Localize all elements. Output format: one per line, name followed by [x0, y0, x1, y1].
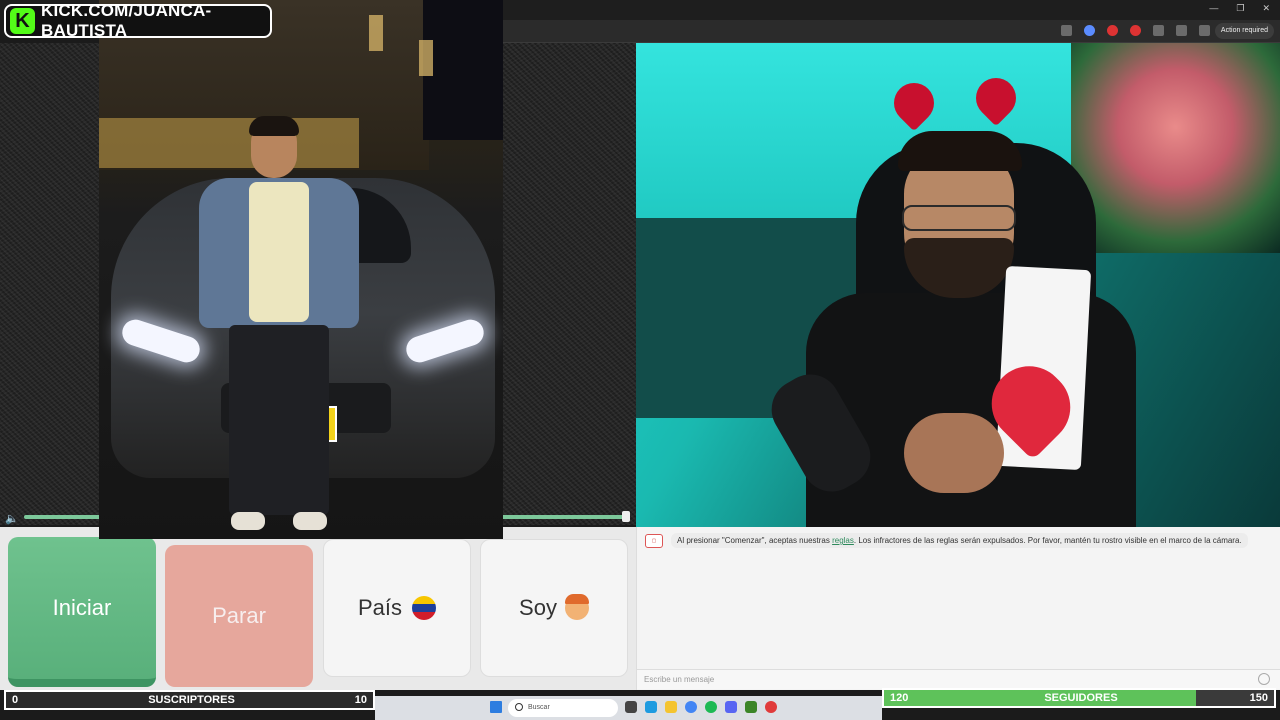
subscriber-label: SUSCRIPTORES [148, 694, 235, 706]
kick-logo-icon: K [10, 8, 35, 34]
extension-icons [1061, 25, 1210, 36]
windows-start-icon[interactable] [490, 701, 502, 713]
minimize-icon[interactable]: — [1209, 3, 1218, 14]
boy-emoji-icon [564, 594, 589, 620]
action-required-button[interactable]: Action required [1214, 23, 1274, 39]
browser-toolbar: Action required [503, 20, 1280, 43]
chrome-icon[interactable] [685, 701, 697, 713]
notice-prefix: Al presionar "Comenzar", aceptas nuestra… [677, 536, 833, 545]
star-icon[interactable] [1084, 25, 1095, 36]
speaker-icon[interactable]: 🔈 [5, 512, 19, 525]
stream-screen: — ❐ ✕ Action required 26 [0, 0, 1280, 720]
person-image [199, 116, 359, 539]
chat-message-input[interactable]: Escribe un mensaje [637, 669, 1280, 689]
car-headlight-right [402, 316, 488, 366]
country-button[interactable]: País [323, 539, 471, 677]
streamer-hair [898, 131, 1022, 171]
window-controls: — ❐ ✕ [1209, 3, 1270, 14]
rules-icon: ▢ [645, 533, 663, 548]
search-icon [515, 703, 523, 711]
hand [904, 413, 1004, 493]
file-explorer-icon[interactable] [665, 701, 677, 713]
painting [1071, 43, 1280, 253]
rules-link[interactable]: reglas [832, 536, 854, 545]
discord-icon[interactable] [725, 701, 737, 713]
sidebar-icon[interactable] [1176, 25, 1187, 36]
puzzle-icon[interactable] [1153, 25, 1164, 36]
night-sky [423, 0, 503, 140]
task-view-icon[interactable] [625, 701, 637, 713]
edge-icon[interactable] [645, 701, 657, 713]
subscriber-goal-bar: 0 SUSCRIPTORES 10 [4, 690, 375, 710]
venezuela-flag-icon [412, 596, 437, 620]
hair [249, 116, 299, 136]
follower-goal: 150 [1249, 692, 1268, 704]
close-icon[interactable]: ✕ [1262, 3, 1270, 14]
stop-button-label: Parar [212, 603, 266, 628]
windows-taskbar: Buscar [375, 696, 882, 720]
kick-channel-url: KICK.COM/JUANCA-BAUTISTA [40, 1, 212, 40]
cast-icon[interactable] [1061, 25, 1072, 36]
start-button-label: Iniciar [52, 595, 112, 620]
follower-label: SEGUIDORES [1044, 692, 1118, 704]
minecraft-icon[interactable] [745, 701, 757, 713]
webcam-video [636, 43, 1280, 527]
building-window [419, 40, 433, 76]
start-button[interactable]: Iniciar [8, 537, 156, 687]
shoe-right [293, 512, 327, 530]
emoji-picker-icon[interactable] [1258, 673, 1270, 685]
building-window [369, 15, 383, 51]
follower-goal-bar: 120 SEGUIDORES 150 [882, 688, 1276, 708]
kick-channel-banner: K KICK.COM/JUANCA-BAUTISTA [4, 1, 272, 40]
stop-button[interactable]: Parar [165, 545, 313, 687]
restore-icon[interactable]: ❐ [1236, 3, 1244, 14]
volume-slider-handle[interactable] [622, 511, 630, 522]
car-headlight-left [118, 316, 204, 366]
pants [229, 325, 329, 515]
chat-panel: ▢ Al presionar "Comenzar", aceptas nuest… [636, 527, 1280, 690]
record-icon[interactable] [1107, 25, 1118, 36]
spotify-icon[interactable] [705, 701, 717, 713]
system-notice: ▢ Al presionar "Comenzar", aceptas nuest… [645, 533, 1248, 548]
gender-button[interactable]: Soy [480, 539, 628, 677]
control-buttons-panel: Iniciar Parar País Soy [0, 527, 636, 690]
shoe-left [231, 512, 265, 530]
gender-button-label: Soy [519, 595, 557, 620]
shirt [249, 182, 309, 322]
extension-icon[interactable] [1130, 25, 1141, 36]
overlay-photo: 26 [99, 0, 503, 539]
notice-suffix: . Los infractores de las reglas serán ex… [853, 536, 1242, 545]
taskbar-search[interactable]: Buscar [508, 699, 618, 717]
subscriber-goal: 10 [354, 694, 367, 706]
country-button-label: País [357, 595, 403, 620]
obs-icon[interactable] [765, 701, 777, 713]
notice-text: Al presionar "Comenzar", aceptas nuestra… [671, 533, 1248, 548]
profile-icon[interactable] [1199, 25, 1210, 36]
glasses [902, 205, 1016, 231]
